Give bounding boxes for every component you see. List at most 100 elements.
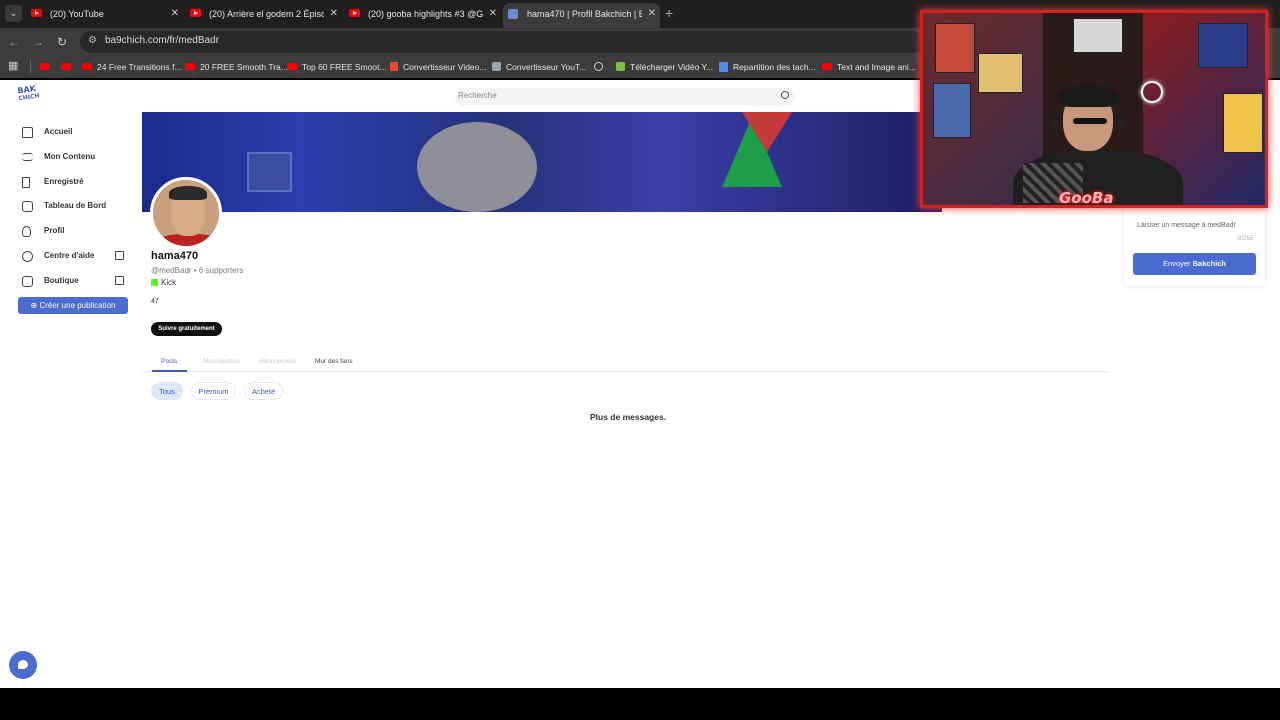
youtube-icon <box>822 63 832 71</box>
youtube-icon <box>185 63 195 71</box>
bookmark-item[interactable] <box>40 59 55 75</box>
tab-title: (20) gooba highlights #3 @Goo <box>368 9 483 19</box>
banner-shape <box>742 112 792 152</box>
youtube-icon <box>349 9 360 17</box>
webcam-overlay: GooBa <box>920 10 1268 208</box>
profile-handle: @medBadr • 6 supporters <box>151 266 244 275</box>
poster <box>1073 18 1123 53</box>
profile-name: hama470 <box>151 250 199 262</box>
bookmark-item[interactable]: Convertisseur YouT... <box>492 59 586 75</box>
bookmark-icon <box>22 177 30 188</box>
chat-support-icon[interactable] <box>9 651 37 679</box>
sidebar-item-centre-aide[interactable]: Centre d'aide <box>22 247 132 265</box>
bakchich-logo[interactable]: BAK CHICH <box>17 84 40 104</box>
tab-close-icon[interactable]: ✕ <box>648 3 656 25</box>
youtube-icon <box>31 9 42 17</box>
sidebar-item-tableau-de-bord[interactable]: Tableau de Bord <box>22 197 132 215</box>
tab-search-chevron-icon[interactable]: ⌄ <box>5 5 22 22</box>
info-icon <box>22 251 33 262</box>
tab-close-icon[interactable]: ✕ <box>330 3 338 25</box>
empty-feed-message: Plus de messages. <box>590 412 667 422</box>
back-arrow-icon[interactable]: ← <box>6 34 22 50</box>
tab-title: (20) Arrière el godem 2 Épisode <box>209 9 324 19</box>
poster <box>1223 93 1263 153</box>
youtube-icon <box>287 63 297 71</box>
browser-tab-active[interactable]: hama470 | Profil Bakchich | Bak ✕ <box>503 3 660 28</box>
reload-icon[interactable]: ↻ <box>54 34 70 50</box>
browser-tab-gooba[interactable]: (20) gooba highlights #3 @Goo ✕ <box>344 3 501 25</box>
message-input[interactable]: Laisser un message à medBadr <box>1137 222 1236 229</box>
kick-link[interactable]: Kick <box>151 278 176 287</box>
bookmark-item[interactable] <box>61 59 76 75</box>
wallet-icon <box>22 276 33 287</box>
filter-achete[interactable]: Acheté <box>244 382 283 400</box>
search-input[interactable]: Recherche <box>455 88 795 106</box>
address-bar[interactable]: ⚙ ba9chich.com/fr/medBadr <box>80 31 925 53</box>
tab-close-icon[interactable]: ✕ <box>171 3 179 25</box>
youtube-icon <box>40 63 50 71</box>
external-link-icon <box>115 251 124 260</box>
youtube-icon <box>61 63 71 71</box>
external-link-icon <box>115 276 124 285</box>
taskbar-strip <box>0 688 1280 720</box>
tab-title: (20) YouTube <box>50 9 104 19</box>
download-icon <box>616 62 625 72</box>
bookmark-item[interactable] <box>594 59 608 75</box>
avatar[interactable] <box>150 177 222 249</box>
sidebar-item-boutique[interactable]: Boutique <box>22 272 132 290</box>
sidebar-item-accueil[interactable]: Accueil <box>22 123 132 141</box>
char-counter: 0/255 <box>1237 236 1253 242</box>
sidebar-item-profil[interactable]: Profil <box>22 222 132 240</box>
menu-lines-icon <box>22 153 33 161</box>
poster <box>933 83 971 138</box>
filter-premium[interactable]: Premium <box>191 382 236 400</box>
url-text[interactable]: ba9chich.com/fr/medBadr <box>105 35 219 46</box>
bookmark-item[interactable]: 20 FREE Smooth Tra... <box>185 59 288 75</box>
send-bakchich-button[interactable]: Envoyer Bakchich <box>1133 253 1256 275</box>
profile-tabs: Posts Merchandise Abonnement Mur des fan… <box>142 354 1108 372</box>
globe-icon <box>594 62 603 72</box>
banner-shape <box>247 152 292 192</box>
youtube-icon <box>82 63 92 71</box>
profile-banner <box>142 112 942 212</box>
bookmark-item[interactable]: 24 Free Transitions f... <box>82 59 182 75</box>
new-tab-button[interactable]: + <box>665 4 673 22</box>
user-icon <box>22 226 31 237</box>
poster <box>978 53 1023 93</box>
converter-icon <box>492 62 501 72</box>
bookmark-item[interactable]: Convertisseur Video... <box>390 59 486 75</box>
message-card: Laisser un message à medBadr 0/255 Envoy… <box>1124 206 1265 286</box>
kick-icon <box>151 279 158 287</box>
site-settings-icon[interactable]: ⚙ <box>88 35 97 46</box>
bookmark-item[interactable]: Repartition des tach... <box>719 59 816 75</box>
bookmark-item[interactable]: Top 60 FREE Smoot... <box>287 59 387 75</box>
ba9chich-icon <box>508 9 518 19</box>
youtube-icon <box>190 9 201 17</box>
browser-tab-godem[interactable]: (20) Arrière el godem 2 Épisode ✕ <box>185 3 342 25</box>
poster <box>935 23 975 73</box>
tab-abonnement[interactable]: Abonnement <box>259 358 296 365</box>
profile-count: 47 <box>151 298 159 305</box>
forward-arrow-icon[interactable]: → <box>30 34 46 50</box>
bookmark-item[interactable]: Text and Image ani... <box>822 59 916 75</box>
webcam-brand-text: GooBa <box>1059 189 1114 207</box>
sidebar-item-enregistre[interactable]: Enregistré <box>22 173 132 191</box>
search-placeholder: Recherche <box>458 91 497 100</box>
create-post-button[interactable]: ⊕ Créer une publication <box>18 297 128 314</box>
home-icon <box>22 127 33 138</box>
follow-button[interactable]: Suivre gratuitement <box>151 322 222 336</box>
tab-merchandise[interactable]: Merchandise <box>203 358 240 365</box>
bookmarks-divider <box>30 60 31 74</box>
tab-close-icon[interactable]: ✕ <box>489 3 497 25</box>
search-icon[interactable] <box>781 91 789 99</box>
tab-mur-des-fans[interactable]: Mur des fans <box>315 358 353 365</box>
sidebar-item-mon-contenu[interactable]: Mon Contenu <box>22 148 132 166</box>
bookmark-item[interactable]: Télécharger Vidéo Y... <box>616 59 713 75</box>
dashboard-icon <box>22 201 33 212</box>
browser-tab-youtube[interactable]: (20) YouTube ✕ <box>26 3 183 25</box>
tab-title: hama470 | Profil Bakchich | Bak <box>527 9 642 19</box>
filter-tous[interactable]: Tous <box>151 382 183 400</box>
tab-posts[interactable]: Posts <box>161 358 177 365</box>
apps-grid-icon[interactable]: ▦ <box>8 61 19 72</box>
active-tab-indicator <box>152 370 187 372</box>
